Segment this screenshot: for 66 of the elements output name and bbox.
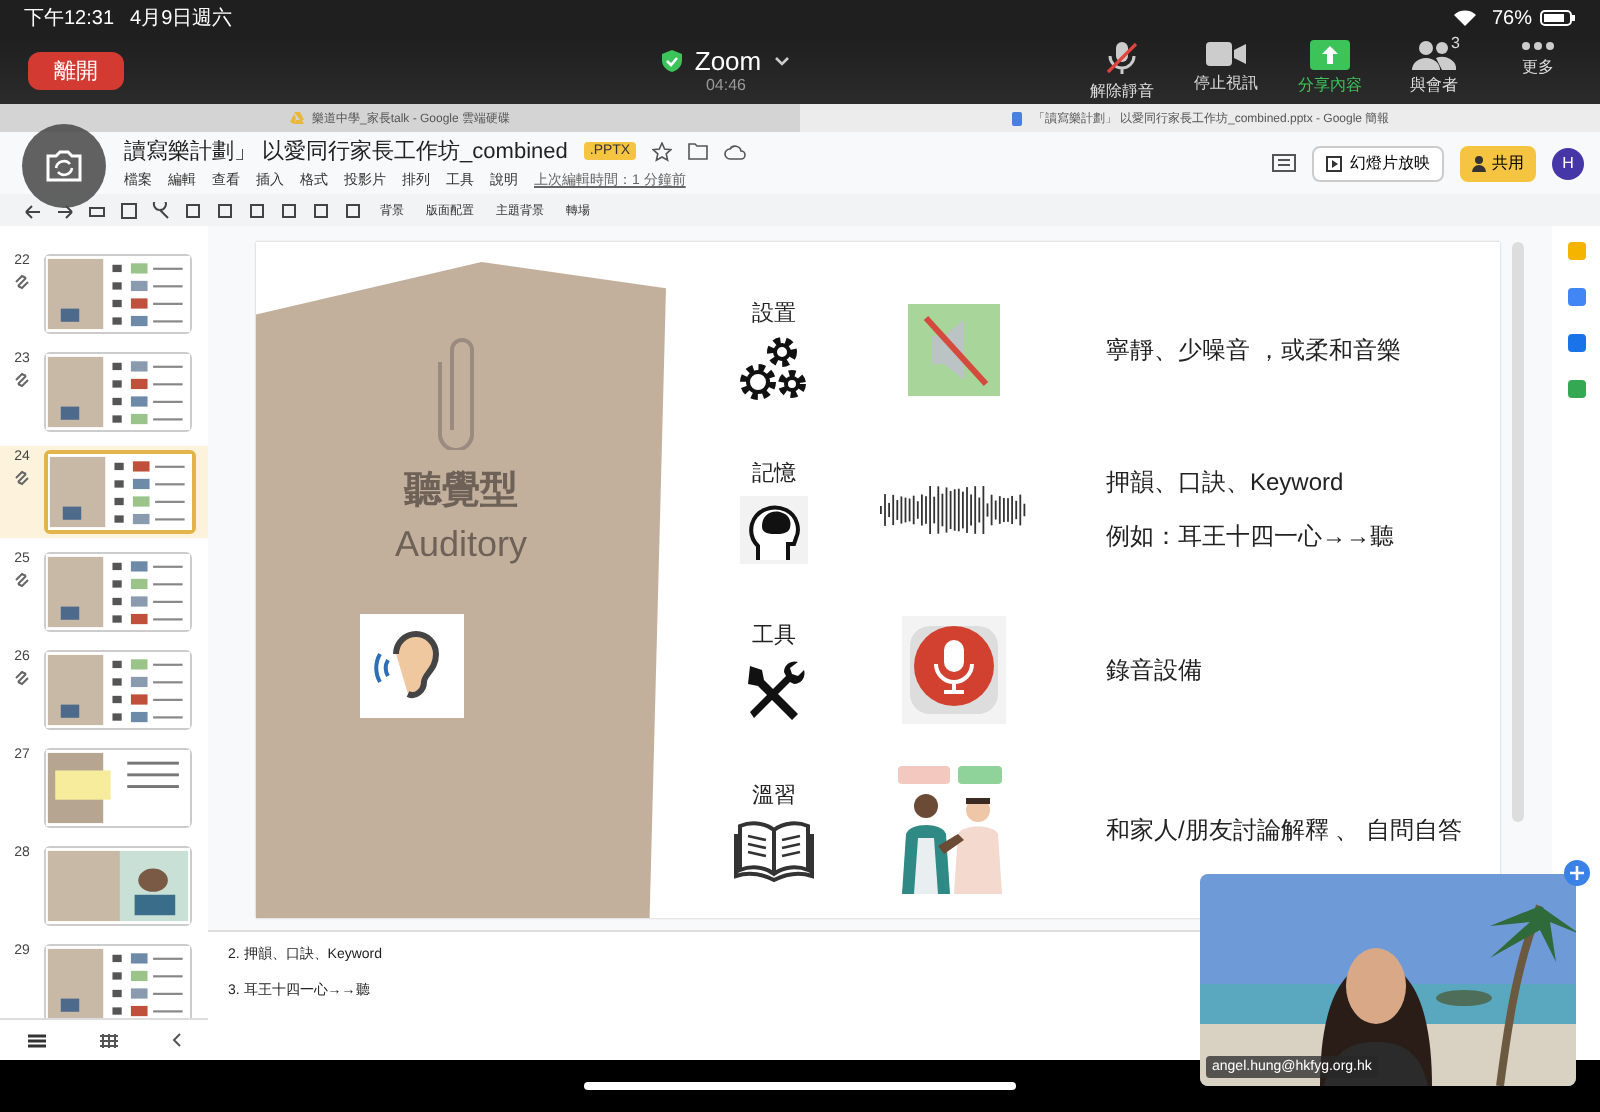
meeting-duration: 04:46 xyxy=(705,76,747,94)
row-label: 設置 xyxy=(752,299,796,327)
slide-thumbnail[interactable] xyxy=(46,354,190,430)
video-camera-icon xyxy=(1206,39,1246,67)
drive-icon xyxy=(289,111,304,125)
mic-muted-button[interactable]: 解除靜音 xyxy=(1088,39,1156,101)
row-text: 例如：耳王十四一心→→聽 xyxy=(1106,520,1396,554)
slide-thumbnail[interactable] xyxy=(46,652,190,728)
ear-icon xyxy=(359,613,463,717)
more-button[interactable]: 更多 xyxy=(1504,39,1572,101)
battery-percentage: 76% xyxy=(1491,7,1532,29)
more-icon xyxy=(1520,39,1556,51)
row-text: 和家人/朋友討論解釋 、 自問自答 xyxy=(1106,813,1465,847)
slide-thumbnail[interactable] xyxy=(46,750,190,826)
undo-icon[interactable] xyxy=(24,201,42,219)
panel-title: 聽覺型 xyxy=(404,467,518,515)
slide-thumbnail[interactable] xyxy=(48,454,192,530)
comments-icon[interactable] xyxy=(1272,153,1296,173)
list-view-icon[interactable] xyxy=(27,1033,45,1047)
participant-count: 3 xyxy=(1451,33,1460,51)
wrench-screwdriver-icon xyxy=(742,657,806,721)
play-icon xyxy=(1326,155,1342,171)
slide-thumbnail[interactable] xyxy=(46,256,190,332)
participants-button[interactable]: 與會者 3 xyxy=(1400,39,1468,101)
clock-time: 下午12:31 xyxy=(24,6,115,32)
document-icon xyxy=(1010,111,1025,125)
grid-view-icon[interactable] xyxy=(99,1033,117,1047)
collapse-icon[interactable] xyxy=(171,1032,181,1048)
battery-icon xyxy=(1540,10,1576,26)
panel-subtitle: Auditory xyxy=(394,523,528,565)
microphone-app-icon xyxy=(902,616,1006,724)
participants-icon xyxy=(1412,39,1456,69)
scrollbar[interactable] xyxy=(1512,242,1524,822)
row-label: 工具 xyxy=(752,621,796,649)
document-title[interactable]: 讀寫樂計劃」 以愛同行家長工作坊_combined xyxy=(124,136,568,166)
row-text: 錄音設備 xyxy=(1106,653,1204,687)
person-icon xyxy=(1472,155,1486,171)
row-label: 溫習 xyxy=(752,781,796,809)
share-screen-icon xyxy=(1310,39,1350,69)
slideshow-button[interactable]: 幻燈片放映 xyxy=(1312,145,1444,181)
chevron-down-icon[interactable] xyxy=(773,56,790,66)
row-text: 寧靜、少噪音 ，或柔和音樂 xyxy=(1106,333,1403,367)
share-button[interactable]: 分享內容 xyxy=(1296,39,1364,101)
camera-switch-icon xyxy=(44,150,84,182)
meeting-title[interactable]: Zoom xyxy=(694,46,762,76)
muted-speaker-icon xyxy=(908,304,1000,396)
share-button[interactable]: 共用 xyxy=(1460,145,1536,181)
head-brain-icon xyxy=(740,495,808,563)
row-label: 記憶 xyxy=(752,459,796,487)
cloud-icon[interactable] xyxy=(724,143,747,159)
leave-button[interactable]: 離開 xyxy=(28,51,124,89)
muted-microphone-icon xyxy=(1104,39,1140,75)
folder-icon[interactable] xyxy=(688,142,709,160)
plus-icon xyxy=(1570,866,1584,880)
star-icon[interactable] xyxy=(652,141,673,161)
slide-thumbnail[interactable] xyxy=(46,554,190,630)
user-avatar[interactable]: H xyxy=(1552,147,1584,179)
open-book-icon xyxy=(734,817,814,881)
shield-check-icon xyxy=(662,50,683,72)
slide-thumbnail[interactable] xyxy=(46,946,190,1018)
date: 4月9日週六 xyxy=(130,5,233,32)
gears-icon xyxy=(738,335,810,403)
wifi-icon xyxy=(1453,10,1476,26)
row-text: 押韻、口訣、Keyword xyxy=(1106,466,1346,500)
video-button[interactable]: 停止視訊 xyxy=(1192,39,1260,101)
slide-thumbnail[interactable] xyxy=(46,848,190,924)
